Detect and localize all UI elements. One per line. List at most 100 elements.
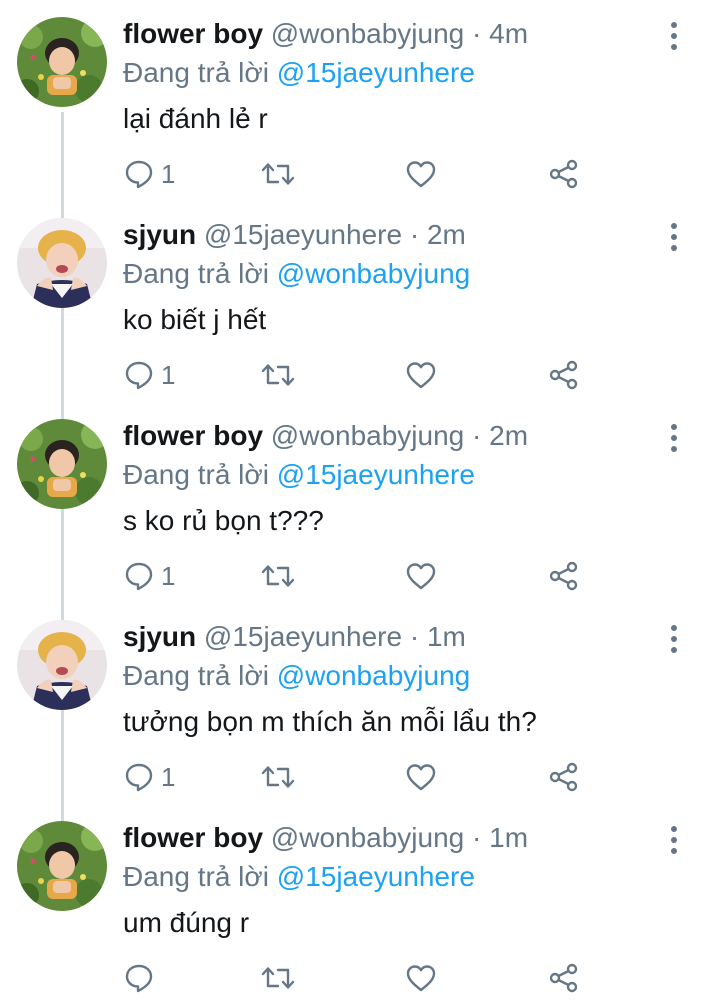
- tweet[interactable]: flower boy @wonbabyjung · 1m Đang trả lờ…: [0, 804, 720, 1005]
- tweet-actions: 1: [123, 156, 593, 192]
- retweet-button[interactable]: [261, 759, 295, 795]
- like-button[interactable]: [405, 357, 437, 393]
- timestamp[interactable]: 1m: [489, 822, 528, 853]
- tweet-actions: 1: [123, 558, 593, 594]
- share-button[interactable]: [548, 357, 580, 393]
- user-handle[interactable]: @wonbabyjung: [271, 420, 464, 451]
- like-button[interactable]: [405, 960, 437, 996]
- reply-icon: [125, 562, 153, 591]
- tweet[interactable]: flower boy @wonbabyjung · 2m Đang trả lờ…: [0, 402, 720, 603]
- like-button[interactable]: [405, 759, 437, 795]
- tweet-header: sjyun @15jaeyunhere · 1m: [123, 619, 466, 655]
- reply-button[interactable]: 1: [123, 357, 175, 393]
- like-button[interactable]: [405, 156, 437, 192]
- tweet[interactable]: sjyun @15jaeyunhere · 2m Đang trả lời @w…: [0, 201, 720, 402]
- separator-dot: ·: [472, 822, 482, 853]
- like-button[interactable]: [405, 558, 437, 594]
- more-vertical-icon[interactable]: [662, 422, 686, 454]
- replying-to: Đang trả lời @15jaeyunhere: [123, 859, 475, 895]
- share-icon: [549, 360, 578, 390]
- share-icon: [549, 762, 578, 792]
- more-vertical-icon[interactable]: [662, 221, 686, 253]
- reply-count: 1: [161, 159, 176, 189]
- avatar-sjyun[interactable]: [17, 620, 107, 710]
- display-name[interactable]: sjyun: [123, 219, 196, 250]
- reply-icon: [125, 763, 153, 792]
- display-name[interactable]: sjyun: [123, 621, 196, 652]
- tweet-text: lại đánh lẻ r: [123, 103, 268, 134]
- avatar-flowerboy[interactable]: [17, 419, 107, 509]
- display-name[interactable]: flower boy: [123, 18, 263, 49]
- heart-icon: [406, 563, 436, 590]
- tweet-actions: 1: [123, 759, 593, 795]
- user-handle[interactable]: @15jaeyunhere: [204, 219, 402, 250]
- reply-button[interactable]: 1: [123, 759, 175, 795]
- replying-to: Đang trả lời @15jaeyunhere: [123, 55, 475, 91]
- tweet-actions: [123, 960, 593, 996]
- reply-count: 1: [161, 762, 176, 792]
- tweet[interactable]: sjyun @15jaeyunhere · 1m Đang trả lời @w…: [0, 603, 720, 804]
- reply-button[interactable]: 1: [123, 558, 175, 594]
- tweet-thread: flower boy @wonbabyjung · 4m Đang trả lờ…: [0, 0, 720, 1006]
- replying-to-mention[interactable]: @15jaeyunhere: [277, 57, 475, 88]
- replying-to-mention[interactable]: @15jaeyunhere: [277, 861, 475, 892]
- timestamp[interactable]: 4m: [489, 18, 528, 49]
- replying-to-mention[interactable]: @wonbabyjung: [277, 660, 470, 691]
- avatar-flowerboy[interactable]: [17, 17, 107, 107]
- share-button[interactable]: [548, 759, 580, 795]
- reply-count: 1: [161, 360, 176, 390]
- share-button[interactable]: [548, 960, 580, 996]
- tweet-text: tưởng bọn m thích ăn mỗi lẩu th?: [123, 706, 537, 737]
- share-icon: [549, 963, 578, 993]
- retweet-button[interactable]: [261, 960, 295, 996]
- user-handle[interactable]: @wonbabyjung: [271, 18, 464, 49]
- separator-dot: ·: [472, 420, 482, 451]
- heart-icon: [406, 161, 436, 188]
- share-button[interactable]: [548, 558, 580, 594]
- retweet-icon: [261, 766, 295, 788]
- separator-dot: ·: [409, 621, 420, 652]
- tweet[interactable]: flower boy @wonbabyjung · 4m Đang trả lờ…: [0, 0, 720, 201]
- replying-to-label: Đang trả lời: [123, 57, 269, 88]
- reply-count: 1: [161, 561, 176, 591]
- user-handle[interactable]: @15jaeyunhere: [204, 621, 402, 652]
- replying-to-label: Đang trả lời: [123, 459, 269, 490]
- timestamp[interactable]: 2m: [489, 420, 528, 451]
- tweet-header: flower boy @wonbabyjung · 2m: [123, 418, 528, 454]
- tweet-text: ko biết j hết: [123, 304, 267, 335]
- reply-button[interactable]: 1: [123, 156, 175, 192]
- more-vertical-icon[interactable]: [662, 623, 686, 655]
- replying-to-mention[interactable]: @15jaeyunhere: [277, 459, 475, 490]
- share-icon: [549, 561, 578, 591]
- heart-icon: [406, 764, 436, 791]
- tweet-header: flower boy @wonbabyjung · 1m: [123, 820, 528, 856]
- retweet-button[interactable]: [261, 558, 295, 594]
- separator-dot: ·: [409, 219, 420, 250]
- timestamp[interactable]: 2m: [427, 219, 466, 250]
- heart-icon: [406, 362, 436, 389]
- avatar-sjyun[interactable]: [17, 218, 107, 308]
- share-button[interactable]: [548, 156, 580, 192]
- user-handle[interactable]: @wonbabyjung: [271, 822, 464, 853]
- retweet-icon: [261, 364, 295, 386]
- reply-button[interactable]: [123, 960, 161, 996]
- timestamp[interactable]: 1m: [427, 621, 466, 652]
- retweet-button[interactable]: [261, 357, 295, 393]
- replying-to: Đang trả lời @wonbabyjung: [123, 256, 470, 292]
- replying-to-mention[interactable]: @wonbabyjung: [277, 258, 470, 289]
- replying-to: Đang trả lời @wonbabyjung: [123, 658, 470, 694]
- reply-icon: [125, 160, 153, 189]
- more-vertical-icon[interactable]: [662, 20, 686, 52]
- avatar-flowerboy[interactable]: [17, 821, 107, 911]
- reply-icon: [125, 361, 153, 390]
- retweet-icon: [261, 565, 295, 587]
- separator-dot: ·: [472, 18, 482, 49]
- retweet-button[interactable]: [261, 156, 295, 192]
- replying-to-label: Đang trả lời: [123, 861, 269, 892]
- replying-to: Đang trả lời @15jaeyunhere: [123, 457, 475, 493]
- display-name[interactable]: flower boy: [123, 420, 263, 451]
- replying-to-label: Đang trả lời: [123, 258, 269, 289]
- display-name[interactable]: flower boy: [123, 822, 263, 853]
- share-icon: [549, 159, 578, 189]
- more-vertical-icon[interactable]: [662, 824, 686, 856]
